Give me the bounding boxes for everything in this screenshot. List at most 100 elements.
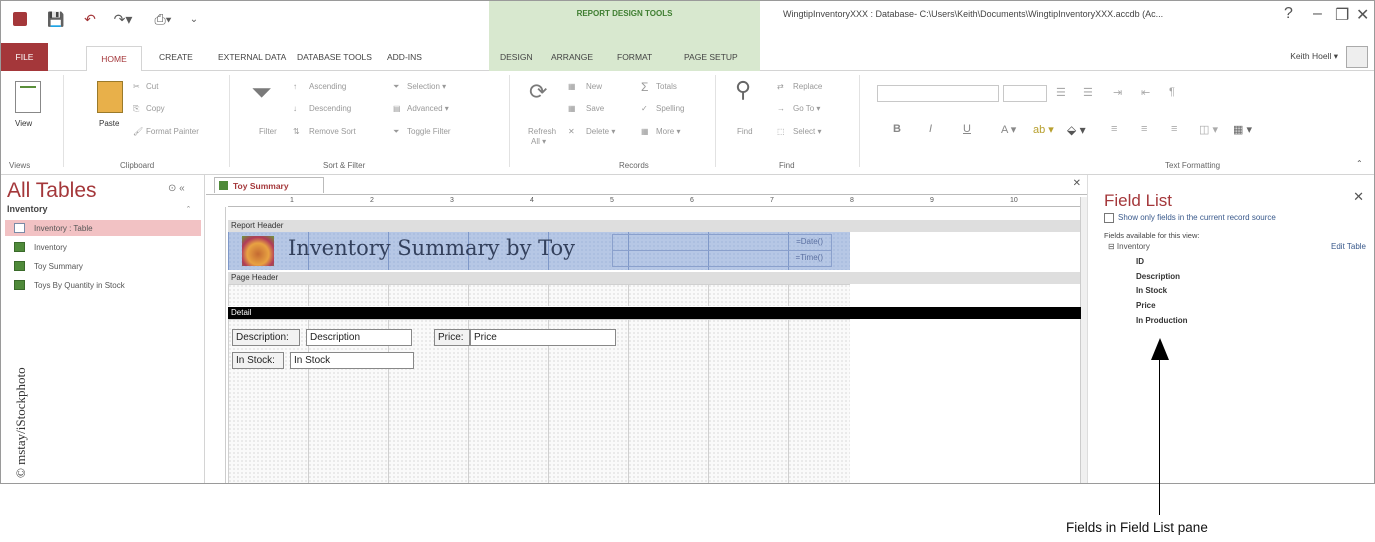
in-stock-label[interactable]: In Stock: [232,352,284,369]
align-left-icon[interactable]: ≡ [1111,123,1117,135]
view-label[interactable]: View [15,119,32,128]
tab-design[interactable]: DESIGN [500,52,533,62]
close-document-icon[interactable]: ✕ [1073,178,1081,189]
report-title[interactable]: Inventory Summary by Toy [288,236,575,260]
save-icon[interactable]: 💾 [47,10,65,28]
new-record-icon[interactable]: ▦ [568,82,576,91]
refresh-icon[interactable]: ⟳ [529,79,547,105]
bold-button[interactable]: B [893,123,901,135]
goto-button[interactable]: Go To ▾ [793,104,820,113]
fill-color-icon[interactable]: ⬙ ▾ [1067,123,1086,137]
outdent-icon[interactable]: ⇤ [1141,86,1150,99]
italic-button[interactable]: I [929,123,932,135]
more-button[interactable]: More ▾ [656,127,680,136]
advanced-button[interactable]: Advanced ▾ [407,104,449,113]
vertical-scrollbar[interactable] [1080,197,1087,483]
field-description[interactable]: Description [1136,272,1180,281]
spelling-button[interactable]: Spelling [656,104,684,113]
sidebar-item-inventory-table[interactable]: Inventory : Table [5,220,201,236]
goto-icon[interactable]: → [777,104,785,113]
sidebar-item-toys-by-quantity[interactable]: Toys By Quantity in Stock [5,277,201,293]
close-button[interactable]: ✕ [1356,5,1369,25]
cut-button[interactable]: Cut [146,82,158,91]
new-button[interactable]: New [586,82,602,91]
page-header-band[interactable]: Page Header [228,272,1080,284]
paste-icon[interactable] [97,81,123,113]
tab-format[interactable]: FORMAT [617,52,652,62]
align-right-icon[interactable]: ≡ [1171,123,1177,135]
detail-band[interactable]: Detail [228,307,1081,319]
minimize-button[interactable]: – [1313,5,1322,23]
field-price[interactable]: Price [1136,301,1156,310]
sidebar-item-toy-summary[interactable]: Toy Summary [5,258,201,274]
binoculars-icon[interactable]: ⚲ [735,77,751,103]
nav-options-icon[interactable]: ⊙ « [168,183,185,194]
font-color-icon[interactable]: A ▾ [1001,123,1016,136]
sidebar-item-inventory-report[interactable]: Inventory [5,239,201,255]
tab-toy-summary[interactable]: Toy Summary [214,177,324,193]
font-size-select[interactable] [1003,85,1047,102]
description-field[interactable]: Description [306,329,412,346]
date-expression[interactable]: =Date() [750,236,826,248]
format-painter-button[interactable]: Format Painter [146,127,199,136]
tab-external-data[interactable]: EXTERNAL DATA [218,52,286,62]
price-field[interactable]: Price [470,329,616,346]
format-painter-icon[interactable]: 🖌 [133,127,143,136]
delete-icon[interactable]: ✕ [568,127,575,136]
tab-arrange[interactable]: ARRANGE [551,52,593,62]
paste-label[interactable]: Paste [99,119,119,128]
copy-icon[interactable]: ⎘ [133,104,139,114]
toggle-filter-icon[interactable]: ⏷ [393,127,399,137]
price-label[interactable]: Price: [434,329,470,346]
descending-button[interactable]: Descending [309,104,351,113]
user-name[interactable]: Keith Hoell ▾ [1290,51,1338,62]
shape-fill-icon[interactable]: ◫ ▾ [1199,123,1218,136]
select-icon[interactable]: ⬚ [777,127,785,136]
totals-icon[interactable]: Σ [641,80,648,94]
remove-sort-icon[interactable]: ⇅ [293,127,300,136]
indent-icon[interactable]: ⇥ [1113,86,1122,99]
totals-button[interactable]: Totals [656,82,677,91]
save-record-icon[interactable]: ▦ [568,104,576,113]
highlight-icon[interactable]: ab ▾ [1033,123,1054,136]
nav-title[interactable]: All Tables [7,179,97,203]
filter-icon[interactable]: ⏷ [251,77,272,109]
field-id[interactable]: ID [1136,257,1144,266]
tab-add-ins[interactable]: ADD-INS [387,52,422,62]
spelling-icon[interactable]: ✓ [641,104,648,113]
time-expression[interactable]: =Time() [750,252,826,264]
field-list-table-inventory[interactable]: ⊟ Inventory [1108,242,1150,251]
tab-create[interactable]: CREATE [159,52,193,62]
select-button[interactable]: Select ▾ [793,127,821,136]
qat-customize-icon[interactable]: ⌄ [187,10,201,28]
advanced-icon[interactable]: ▤ [393,104,401,113]
collapse-ribbon-icon[interactable]: ⌃ [1356,159,1363,168]
filter-button[interactable]: Filter [259,127,277,136]
tab-file[interactable]: FILE [1,43,48,71]
replace-icon[interactable]: ⇄ [777,82,784,91]
remove-sort-button[interactable]: Remove Sort [309,127,356,136]
view-icon[interactable] [15,81,41,113]
underline-button[interactable]: U [963,123,971,135]
ascending-icon[interactable]: ↑ [293,82,297,91]
show-only-fields-link[interactable]: Show only fields in the current record s… [1118,213,1276,222]
field-in-production[interactable]: In Production [1136,316,1188,325]
selection-icon[interactable]: ⏷ [393,82,399,92]
tab-home[interactable]: HOME [86,46,142,72]
show-only-icon[interactable] [1104,213,1114,223]
print-icon[interactable]: ⎙▾ [151,10,175,28]
logo-image[interactable] [242,236,274,266]
selection-button[interactable]: Selection ▾ [407,82,446,91]
field-list-close-button[interactable]: ✕ [1353,189,1364,205]
tab-page-setup[interactable]: PAGE SETUP [684,52,738,62]
refresh-all-button[interactable]: All ▾ [531,137,546,146]
redo-icon[interactable]: ↷▾ [111,10,135,28]
bullets-icon[interactable]: ☰ [1056,86,1066,99]
replace-button[interactable]: Replace [793,82,822,91]
restore-button[interactable]: ❐ [1335,5,1349,25]
copy-button[interactable]: Copy [146,104,165,113]
ascending-button[interactable]: Ascending [309,82,346,91]
refresh-button[interactable]: Refresh [528,127,556,136]
in-stock-field[interactable]: In Stock [290,352,414,369]
undo-icon[interactable]: ↶ [81,10,99,28]
